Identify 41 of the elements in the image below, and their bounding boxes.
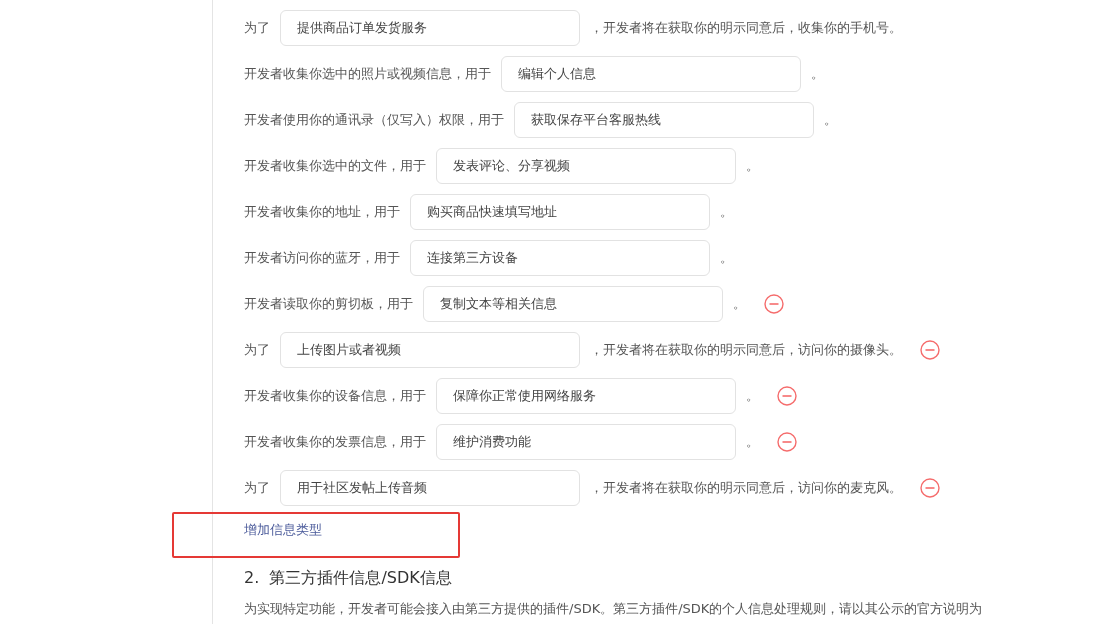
input-field[interactable]: 购买商品快速填写地址 — [410, 194, 710, 230]
row-label: 开发者使用你的通讯录（仅写入）权限，用于 — [244, 111, 504, 129]
input-field[interactable]: 维护消费功能 — [436, 424, 736, 460]
row-label: 开发者收集你选中的文件，用于 — [244, 157, 426, 175]
row-suffix: 。 — [824, 111, 837, 129]
row-suffix: ，开发者将在获取你的明示同意后，收集你的手机号。 — [590, 19, 902, 37]
input-field[interactable]: 编辑个人信息 — [501, 56, 801, 92]
row-label: 为了 — [244, 341, 270, 359]
row-suffix: 。 — [720, 203, 733, 221]
input-field[interactable]: 提供商品订单发货服务 — [280, 10, 580, 46]
row-label: 开发者收集你选中的照片或视频信息，用于 — [244, 65, 491, 83]
row-suffix: ，开发者将在获取你的明示同意后，访问你的摄像头。 — [590, 341, 902, 359]
row-label: 为了 — [244, 479, 270, 497]
row-suffix: 。 — [733, 295, 746, 313]
row-suffix: ，开发者将在获取你的明示同意后，访问你的麦克风。 — [590, 479, 902, 497]
remove-icon[interactable] — [920, 340, 940, 360]
row-label: 开发者收集你的设备信息，用于 — [244, 387, 426, 405]
row-label: 开发者读取你的剪切板，用于 — [244, 295, 413, 313]
row-label: 为了 — [244, 19, 270, 37]
add-info-type-link[interactable]: 增加信息类型 — [244, 521, 322, 539]
row-label: 开发者收集你的发票信息，用于 — [244, 433, 426, 451]
row-suffix: 。 — [746, 157, 759, 175]
input-field[interactable]: 连接第三方设备 — [410, 240, 710, 276]
row-label: 开发者访问你的蓝牙，用于 — [244, 249, 400, 267]
row-suffix: 。 — [746, 387, 759, 405]
remove-icon[interactable] — [777, 432, 797, 452]
input-field[interactable]: 保障你正常使用网络服务 — [436, 378, 736, 414]
section-heading: 2. 第三方插件信息/SDK信息 — [244, 568, 453, 588]
row-label: 开发者收集你的地址，用于 — [244, 203, 400, 221]
row-suffix: 。 — [746, 433, 759, 451]
input-field[interactable]: 发表评论、分享视频 — [436, 148, 736, 184]
remove-icon[interactable] — [920, 478, 940, 498]
remove-icon[interactable] — [764, 294, 784, 314]
remove-icon[interactable] — [777, 386, 797, 406]
input-field[interactable]: 获取保存平台客服热线 — [514, 102, 814, 138]
input-field[interactable]: 上传图片或者视频 — [280, 332, 580, 368]
input-field[interactable]: 复制文本等相关信息 — [423, 286, 723, 322]
row-suffix: 。 — [720, 249, 733, 267]
input-field[interactable]: 用于社区发帖上传音频 — [280, 470, 580, 506]
section-paragraph: 为实现特定功能，开发者可能会接入由第三方提供的插件/SDK。第三方插件/SDK的个人信息处理规则，请以其公示的官方说明为 — [244, 600, 984, 618]
row-suffix: 。 — [811, 65, 824, 83]
